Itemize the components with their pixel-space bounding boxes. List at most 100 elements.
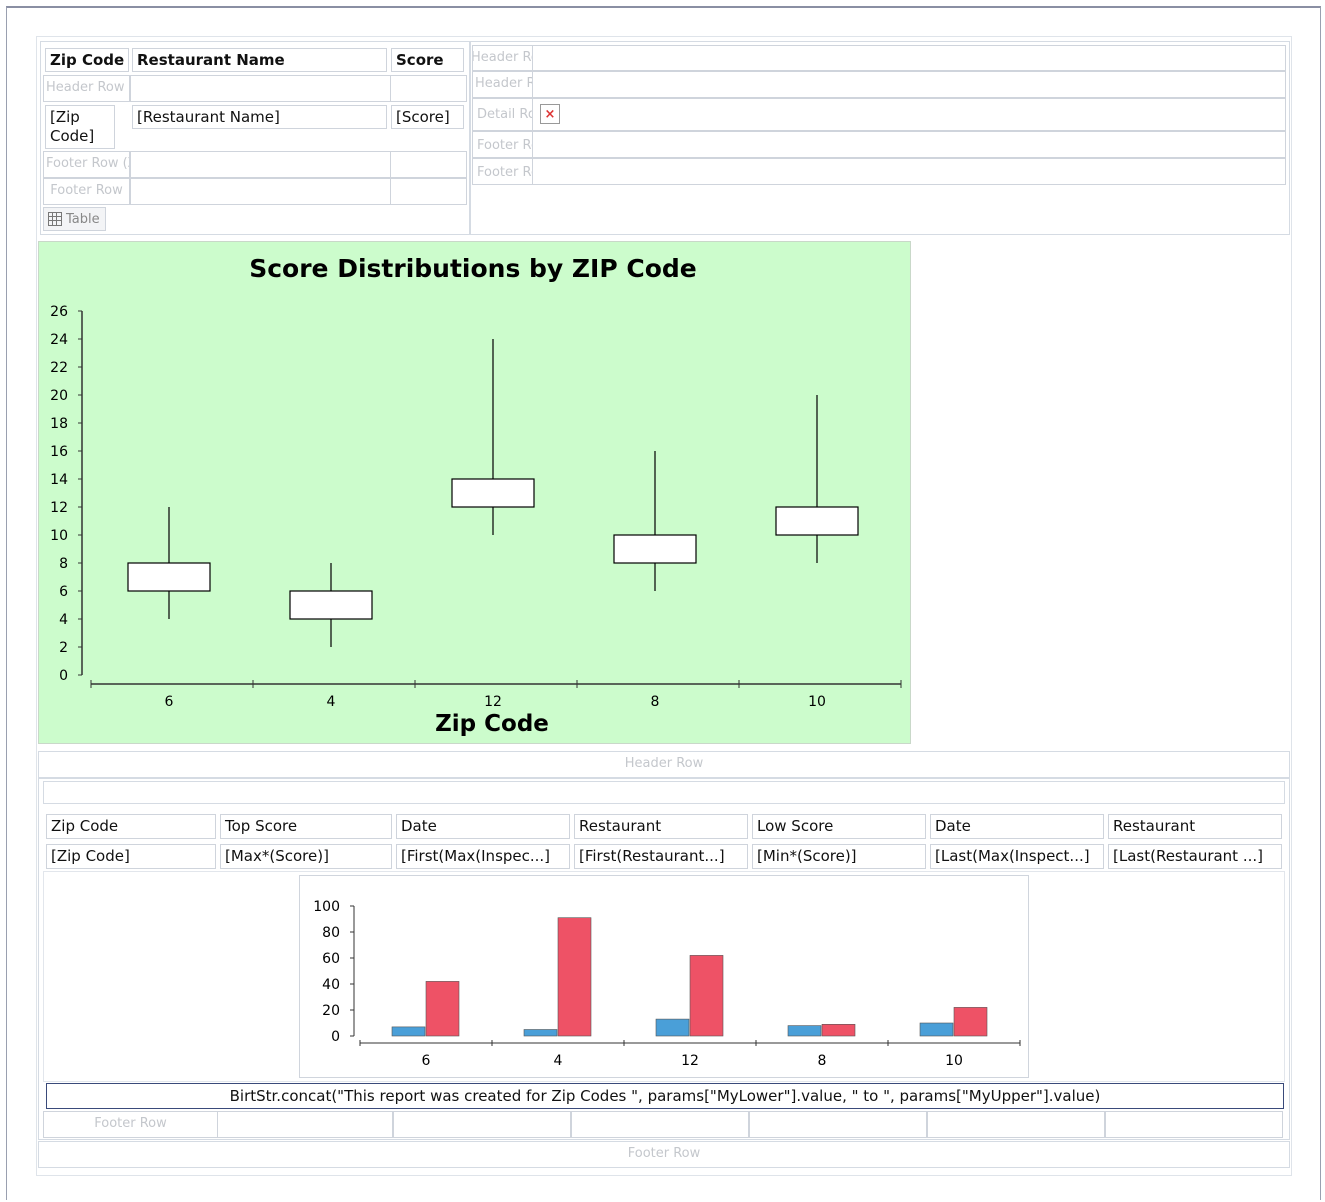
y-tick-label: 4 [59,612,68,628]
table1-footer-row-cell[interactable] [390,178,467,205]
y-tick-label: 24 [50,332,68,348]
bar-x-tick-label: 4 [554,1053,563,1069]
bar-y-tick-label: 80 [322,925,340,941]
table-handle-label: Table [66,211,100,227]
boxplot-chart-svg: Score Distributions by ZIP Code Zip Code… [50,254,902,737]
box-body [613,534,697,564]
table1-detail-score[interactable]: [Score] [391,105,464,129]
summary-detail-cell[interactable]: [Zip Code] [46,844,216,869]
summary-header-cell[interactable]: Restaurant [1108,814,1282,839]
y-tick-label: 22 [50,360,68,376]
table-handle[interactable]: Table [43,207,106,231]
table2-detail-row-cell[interactable] [532,98,1286,131]
box-body [451,478,535,508]
y-tick-label: 6 [59,584,68,600]
chart-title: Score Distributions by ZIP Code [249,254,697,283]
table2-header-row-label[interactable]: Header Ro [472,45,534,71]
y-tick-label: 2 [59,640,68,656]
summary-detail-cell[interactable]: [First(Max(Inspec...] [396,844,570,869]
bar-x-tick-label: 12 [681,1053,699,1069]
summary-detail-cell[interactable]: [Last(Restaurant ...] [1108,844,1282,869]
bar-x-tick-label: 8 [818,1053,827,1069]
bar-series1 [655,1018,690,1037]
boxplot-chart[interactable]: Score Distributions by ZIP Code Zip Code… [38,241,911,744]
inner-footer-row-cell[interactable] [571,1111,749,1138]
summary-table-header-blank[interactable] [43,781,1285,804]
inner-footer-row-cell[interactable] [927,1111,1105,1138]
bar-series1 [391,1026,426,1037]
table2-header-row-label[interactable]: Header Row [472,71,534,98]
table1-footer-row-cell[interactable] [390,151,467,178]
inner-footer-row-cell[interactable] [749,1111,927,1138]
table1-header-row-cell[interactable] [130,75,391,102]
table1-footer-row-cell[interactable] [130,178,391,205]
box-body [127,562,211,592]
outer-footer-row-label: Footer Row [627,1146,701,1161]
inner-footer-row-cell[interactable] [393,1111,571,1138]
summary-header-cell[interactable]: Top Score [220,814,392,839]
bar-series1 [919,1022,954,1037]
box-body [289,590,373,620]
table1-header-row-cell[interactable] [390,75,467,102]
x-tick-label: 12 [484,694,502,710]
y-tick-label: 0 [59,668,68,684]
table2-header-row-cell[interactable] [532,45,1286,71]
summary-header-cell[interactable]: Low Score [752,814,926,839]
y-tick-label: 26 [50,304,68,320]
inner-footer-row-label[interactable]: Footer Row [43,1111,218,1138]
table2-footer-row-label[interactable]: Footer Ro [472,158,534,185]
y-tick-label: 10 [50,528,68,544]
table1-header-row-label[interactable]: Header Row (Zi [43,75,130,102]
bar-series2 [953,1007,988,1037]
x-tick-label: 4 [327,694,336,710]
table2-detail-row-label[interactable]: Detail Row [472,98,534,131]
table2-header-row-cell[interactable] [532,71,1286,98]
bar-x-tick-label: 10 [945,1053,963,1069]
table2-footer-row-cell[interactable] [532,131,1286,158]
x-axis-title: Zip Code [435,711,549,737]
broken-image-icon[interactable]: × [540,104,560,124]
bar-y-tick-label: 0 [331,1029,340,1045]
y-tick-label: 14 [50,472,68,488]
table-grid-icon [48,212,62,226]
table1-footer-row-cell[interactable] [130,151,391,178]
x-tick-label: 6 [165,694,174,710]
bar-series2 [557,917,592,1037]
table1-header-restaurant[interactable]: Restaurant Name [132,48,387,72]
y-tick-label: 16 [50,444,68,460]
table1-detail-restaurant[interactable]: [Restaurant Name] [132,105,387,129]
bar-series2 [425,981,460,1037]
summary-detail-cell[interactable]: [Max*(Score)] [220,844,392,869]
summary-header-cell[interactable]: Date [930,814,1104,839]
table2-footer-row-cell[interactable] [532,158,1286,185]
table1-footer-row-zip-label[interactable]: Footer Row (Zi [43,151,130,178]
bar-x-tick-label: 6 [422,1053,431,1069]
y-tick-label: 12 [50,500,68,516]
inner-footer-row-cell[interactable] [217,1111,393,1138]
x-tick-label: 10 [808,694,826,710]
table1-detail-zip[interactable]: [Zip Code] [45,105,115,149]
concat-expression[interactable]: BirtStr.concat("This report was created … [46,1083,1284,1109]
table2-footer-row-label[interactable]: Footer Row ( [472,131,534,158]
bar-chart[interactable]: 0 20 40 60 80 100 6 4 12 8 10 [299,875,1029,1078]
bar-y-tick-label: 60 [322,951,340,967]
table1-header-score[interactable]: Score [391,48,464,72]
bar-series1 [787,1025,822,1037]
x-tick-label: 8 [651,694,660,710]
y-tick-label: 20 [50,388,68,404]
box-body [775,506,859,536]
outer-header-row-label: Header Row [624,756,704,771]
bar-y-tick-label: 20 [322,1003,340,1019]
table1-header-zip[interactable]: Zip Code [45,48,129,72]
bar-series2 [821,1024,856,1037]
summary-detail-cell[interactable]: [First(Restaurant...] [574,844,748,869]
y-tick-label: 18 [50,416,68,432]
y-tick-label: 8 [59,556,68,572]
summary-header-cell[interactable]: Date [396,814,570,839]
summary-header-cell[interactable]: Zip Code [46,814,216,839]
summary-detail-cell[interactable]: [Min*(Score)] [752,844,926,869]
table1-footer-row-label[interactable]: Footer Row [43,178,130,205]
summary-detail-cell[interactable]: [Last(Max(Inspect...] [930,844,1104,869]
inner-footer-row-cell[interactable] [1105,1111,1283,1138]
summary-header-cell[interactable]: Restaurant [574,814,748,839]
